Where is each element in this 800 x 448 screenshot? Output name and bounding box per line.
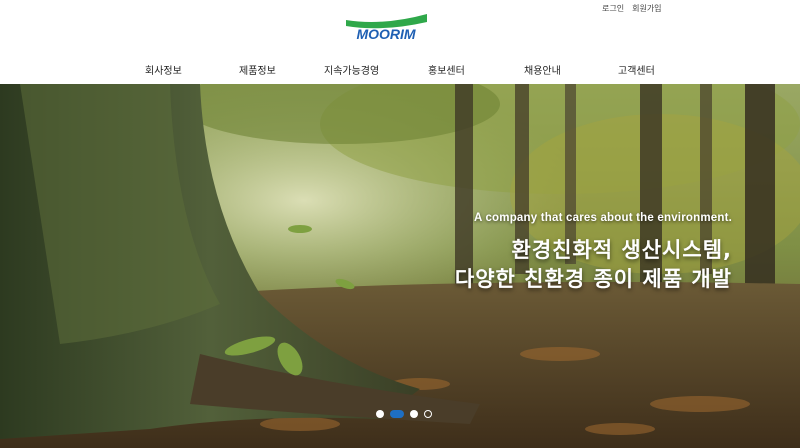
site-header: 로그인 회원가입 MOORIM 회사정보 제품정보 지속가능경영 홍보센터 채용… (0, 0, 800, 84)
hero-tagline: A company that cares about the environme… (473, 212, 732, 224)
nav-pr-center[interactable]: 홍보센터 (428, 62, 465, 77)
slider-dot-4[interactable] (424, 410, 432, 418)
slider-pagination (376, 410, 432, 418)
nav-customer-center[interactable]: 고객센터 (618, 62, 655, 77)
signup-link[interactable]: 회원가입 (632, 3, 661, 14)
slider-dot-3[interactable] (410, 410, 418, 418)
nav-sustainability[interactable]: 지속가능경영 (324, 62, 379, 77)
slider-dot-2[interactable] (390, 410, 404, 418)
nav-company[interactable]: 회사정보 (145, 62, 182, 77)
hero-headline-line1: 환경친화적 생산시스템, (511, 238, 732, 262)
utility-links: 로그인 회원가입 (602, 3, 662, 14)
nav-careers[interactable]: 채용안내 (524, 62, 561, 77)
main-nav: 회사정보 제품정보 지속가능경영 홍보센터 채용안내 고객센터 (0, 62, 800, 77)
nav-products[interactable]: 제품정보 (239, 62, 276, 77)
hero-banner: A company that cares about the environme… (0, 84, 800, 448)
logo-text: MOORIM (356, 26, 415, 42)
slider-dot-1[interactable] (376, 410, 384, 418)
hero-headline: 환경친화적 생산시스템, 다양한 친환경 종이 제품 개발 (455, 236, 732, 294)
login-link[interactable]: 로그인 (602, 3, 624, 14)
moorim-logo[interactable]: MOORIM (343, 12, 429, 42)
hero-headline-line2: 다양한 친환경 종이 제품 개발 (454, 267, 732, 291)
